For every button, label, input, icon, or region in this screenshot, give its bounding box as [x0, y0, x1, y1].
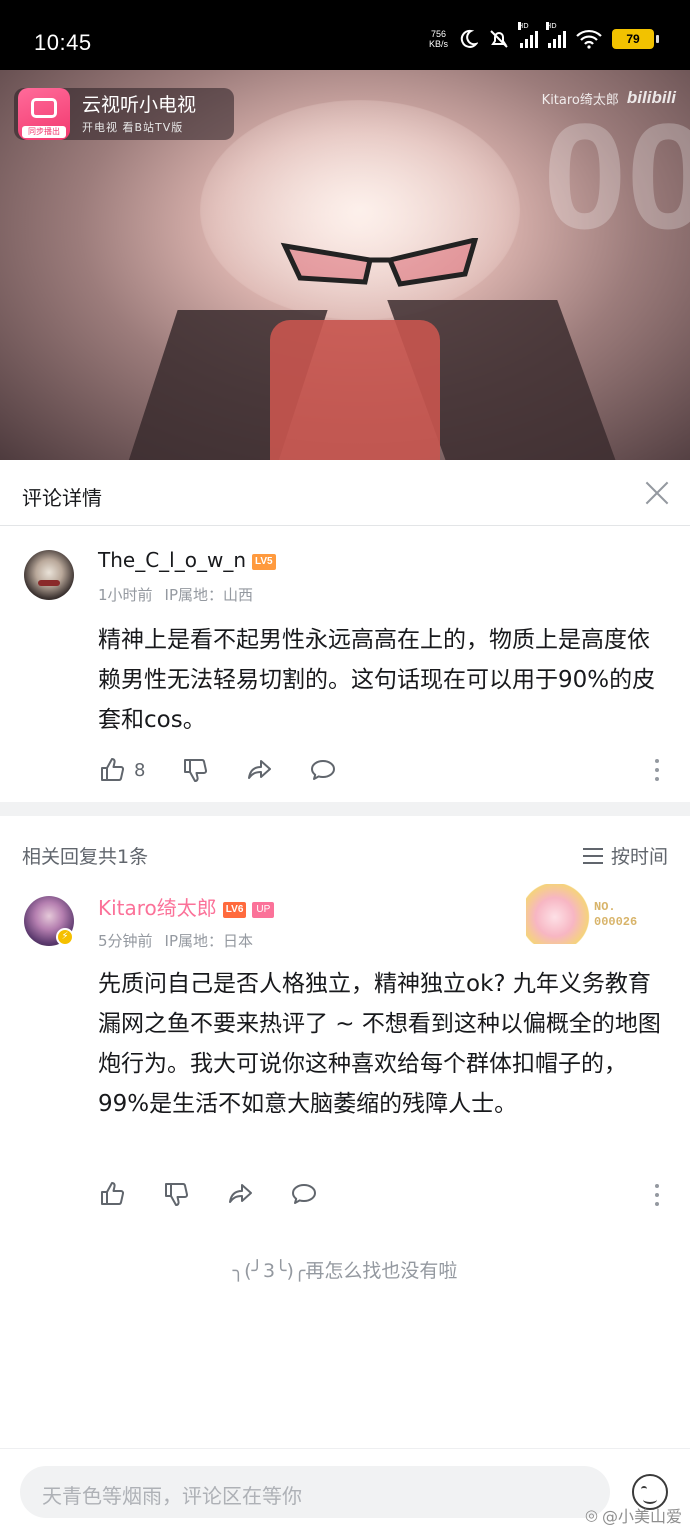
video-player[interactable]: 00 同步播出 云视听小电视 开电视 看B站TV版 Kitaro绮太郎 bili…: [0, 70, 690, 460]
comment-time: 1小时前: [98, 586, 153, 604]
weibo-watermark-text: @小美山爱: [601, 1507, 682, 1526]
comment-detail-title: 评论详情: [22, 486, 102, 510]
tv-app-logo-tag: 同步播出: [22, 126, 66, 138]
status-bar: 10:45 756 KB/s HD HD 79: [0, 0, 690, 70]
reply-button[interactable]: [309, 756, 337, 784]
thumbs-up-icon: [101, 758, 125, 781]
comment-bubble-icon: [311, 760, 336, 780]
bottom-divider: [0, 1448, 690, 1449]
tv-app-logo: 同步播出: [18, 88, 70, 140]
wifi-icon: [576, 29, 602, 49]
thumbs-up-icon: [101, 1182, 125, 1205]
status-icons: 756 KB/s HD HD 79: [428, 22, 659, 50]
battery-indicator: 79: [612, 29, 659, 49]
dislike-button[interactable]: [181, 756, 209, 784]
dislike-button[interactable]: [162, 1180, 190, 1208]
verified-badge-icon: ⚡: [56, 928, 74, 946]
like-count: 8: [134, 759, 146, 781]
reply-button[interactable]: [290, 1180, 318, 1208]
video-figure-glasses: [280, 238, 479, 287]
tv-app-ad-subtitle: 开电视 看B站TV版: [82, 121, 184, 134]
fan-badge[interactable]: NO. 000026: [526, 884, 656, 944]
mute-bell-icon: [490, 30, 508, 48]
close-icon[interactable]: [642, 478, 672, 508]
comment-bubble-icon: [292, 1184, 316, 1204]
more-options-icon[interactable]: [654, 1184, 660, 1206]
username-text: The_C_l_o_w_n: [98, 548, 246, 572]
watermark-user: Kitaro绮太郎: [541, 92, 619, 108]
weibo-icon: ◎: [584, 1506, 598, 1524]
reply-meta: 5分钟前 IP属地：日本: [98, 930, 253, 951]
section-divider: [0, 802, 690, 816]
tv-app-ad-title: 云视听小电视: [82, 94, 197, 116]
reply-ip: IP属地：日本: [164, 932, 254, 950]
video-background-decor: 00: [543, 92, 690, 260]
thumbs-down-icon: [165, 1183, 189, 1206]
tv-app-ad-badge[interactable]: 同步播出 云视听小电视 开电视 看B站TV版: [14, 88, 234, 140]
tv-app-ad-text: 云视听小电视 开电视 看B站TV版: [82, 93, 196, 135]
like-button[interactable]: 8: [98, 756, 145, 784]
fan-badge-character-icon: [526, 884, 590, 944]
comment-input[interactable]: 天青色等烟雨，评论区在等你: [20, 1466, 610, 1518]
fan-badge-number: NO. 000026: [594, 900, 638, 929]
share-button[interactable]: [226, 1180, 254, 1208]
level-badge: LV6: [222, 901, 247, 918]
level-badge: LV5: [252, 553, 276, 570]
sort-button[interactable]: 按时间: [582, 842, 668, 869]
moon-icon: [460, 29, 478, 48]
share-button[interactable]: [245, 756, 273, 784]
comment-username[interactable]: The_C_l_o_w_n LV5: [98, 548, 276, 572]
replies-header: 相关回复共1条 按时间: [0, 830, 690, 880]
sort-label: 按时间: [610, 846, 668, 868]
like-button[interactable]: [98, 1180, 126, 1208]
up-badge: UP: [252, 901, 275, 918]
more-options-icon[interactable]: [654, 759, 660, 781]
replies-count: 相关回复共1条: [22, 846, 149, 868]
list-end-text: ╮(╯3╰)╭再怎么找也没有啦: [232, 1260, 458, 1282]
username-text: Kitaro绮太郎: [98, 896, 217, 920]
bilibili-logo: bilibili: [626, 88, 676, 107]
reply-username[interactable]: Kitaro绮太郎 LV6 UP: [98, 892, 275, 921]
video-figure-top: [270, 320, 440, 460]
menu-lines-icon: [582, 847, 603, 864]
comment-input-placeholder: 天青色等烟雨，评论区在等你: [42, 1484, 302, 1508]
share-icon: [229, 1184, 252, 1203]
reply-time: 5分钟前: [98, 932, 153, 950]
signal-2-icon: HD: [546, 22, 566, 48]
comment-detail-header: 评论详情: [0, 460, 690, 526]
reply-actions: [98, 1180, 354, 1208]
share-icon: [248, 760, 272, 779]
thumbs-down-icon: [184, 759, 208, 782]
avatar[interactable]: [24, 550, 74, 600]
weibo-watermark: ◎ @小美山爱: [585, 1503, 682, 1527]
comment-ip: IP属地：山西: [164, 586, 254, 604]
comment-actions: 8: [98, 756, 373, 784]
reply-text: 先质问自己是否人格独立，精神独立ok? 九年义务教育漏网之鱼不要来热评了 ~ 不…: [98, 971, 661, 1117]
video-watermark: Kitaro绮太郎 bilibili: [542, 88, 676, 108]
tv-icon: [31, 98, 57, 118]
status-time: 10:45: [34, 30, 92, 55]
comment-text: 精神上是看不起男性永远高高在上的，物质上是高度依赖男性无法轻易切割的。这句话现在…: [98, 627, 656, 733]
network-speed: 756 KB/s: [428, 29, 448, 49]
signal-1-icon: HD: [518, 22, 538, 48]
comment-meta: 1小时前 IP属地：山西: [98, 584, 253, 605]
